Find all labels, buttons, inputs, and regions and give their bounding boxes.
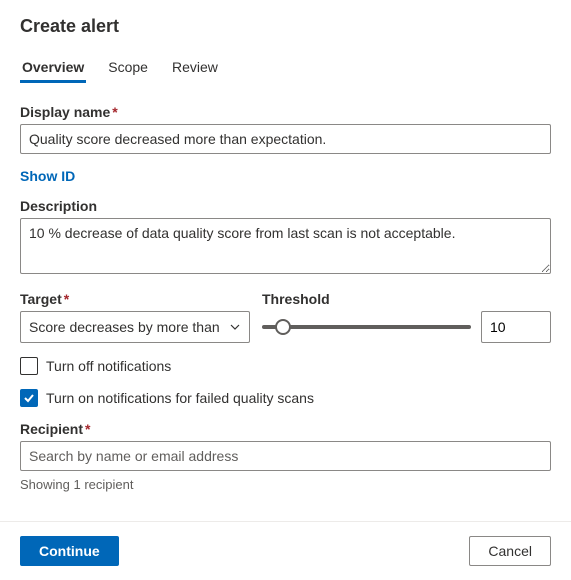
threshold-label: Threshold bbox=[262, 291, 551, 307]
tabs: Overview Scope Review bbox=[20, 53, 551, 84]
description-label: Description bbox=[20, 198, 551, 214]
turn-on-failed-scans-label: Turn on notifications for failed quality… bbox=[46, 390, 314, 406]
tab-review[interactable]: Review bbox=[170, 53, 220, 83]
tab-overview[interactable]: Overview bbox=[20, 53, 86, 83]
target-label-text: Target bbox=[20, 291, 62, 307]
slider-track bbox=[262, 325, 471, 329]
page-title: Create alert bbox=[20, 16, 551, 37]
recipient-hint: Showing 1 recipient bbox=[20, 477, 551, 492]
recipient-input[interactable] bbox=[20, 441, 551, 471]
footer: Continue Cancel bbox=[0, 521, 571, 580]
turn-on-failed-scans-checkbox[interactable] bbox=[20, 389, 38, 407]
display-name-input[interactable] bbox=[20, 124, 551, 154]
display-name-label-text: Display name bbox=[20, 104, 110, 120]
required-asterisk: * bbox=[85, 421, 90, 437]
turn-off-notifications-checkbox[interactable] bbox=[20, 357, 38, 375]
checkmark-icon bbox=[23, 392, 35, 404]
display-name-label: Display name* bbox=[20, 104, 551, 120]
recipient-label-text: Recipient bbox=[20, 421, 83, 437]
show-id-link[interactable]: Show ID bbox=[20, 168, 75, 184]
required-asterisk: * bbox=[112, 104, 117, 120]
chevron-down-icon bbox=[229, 321, 241, 333]
slider-thumb[interactable] bbox=[275, 319, 291, 335]
description-textarea[interactable] bbox=[20, 218, 551, 274]
target-select[interactable]: Score decreases by more than bbox=[20, 311, 250, 343]
recipient-label: Recipient* bbox=[20, 421, 551, 437]
threshold-input[interactable] bbox=[481, 311, 551, 343]
target-selected-value: Score decreases by more than bbox=[29, 319, 220, 335]
threshold-slider[interactable] bbox=[262, 311, 471, 343]
target-label: Target* bbox=[20, 291, 250, 307]
tab-scope[interactable]: Scope bbox=[106, 53, 150, 83]
continue-button[interactable]: Continue bbox=[20, 536, 119, 566]
turn-off-notifications-label: Turn off notifications bbox=[46, 358, 171, 374]
cancel-button[interactable]: Cancel bbox=[469, 536, 551, 566]
required-asterisk: * bbox=[64, 291, 69, 307]
